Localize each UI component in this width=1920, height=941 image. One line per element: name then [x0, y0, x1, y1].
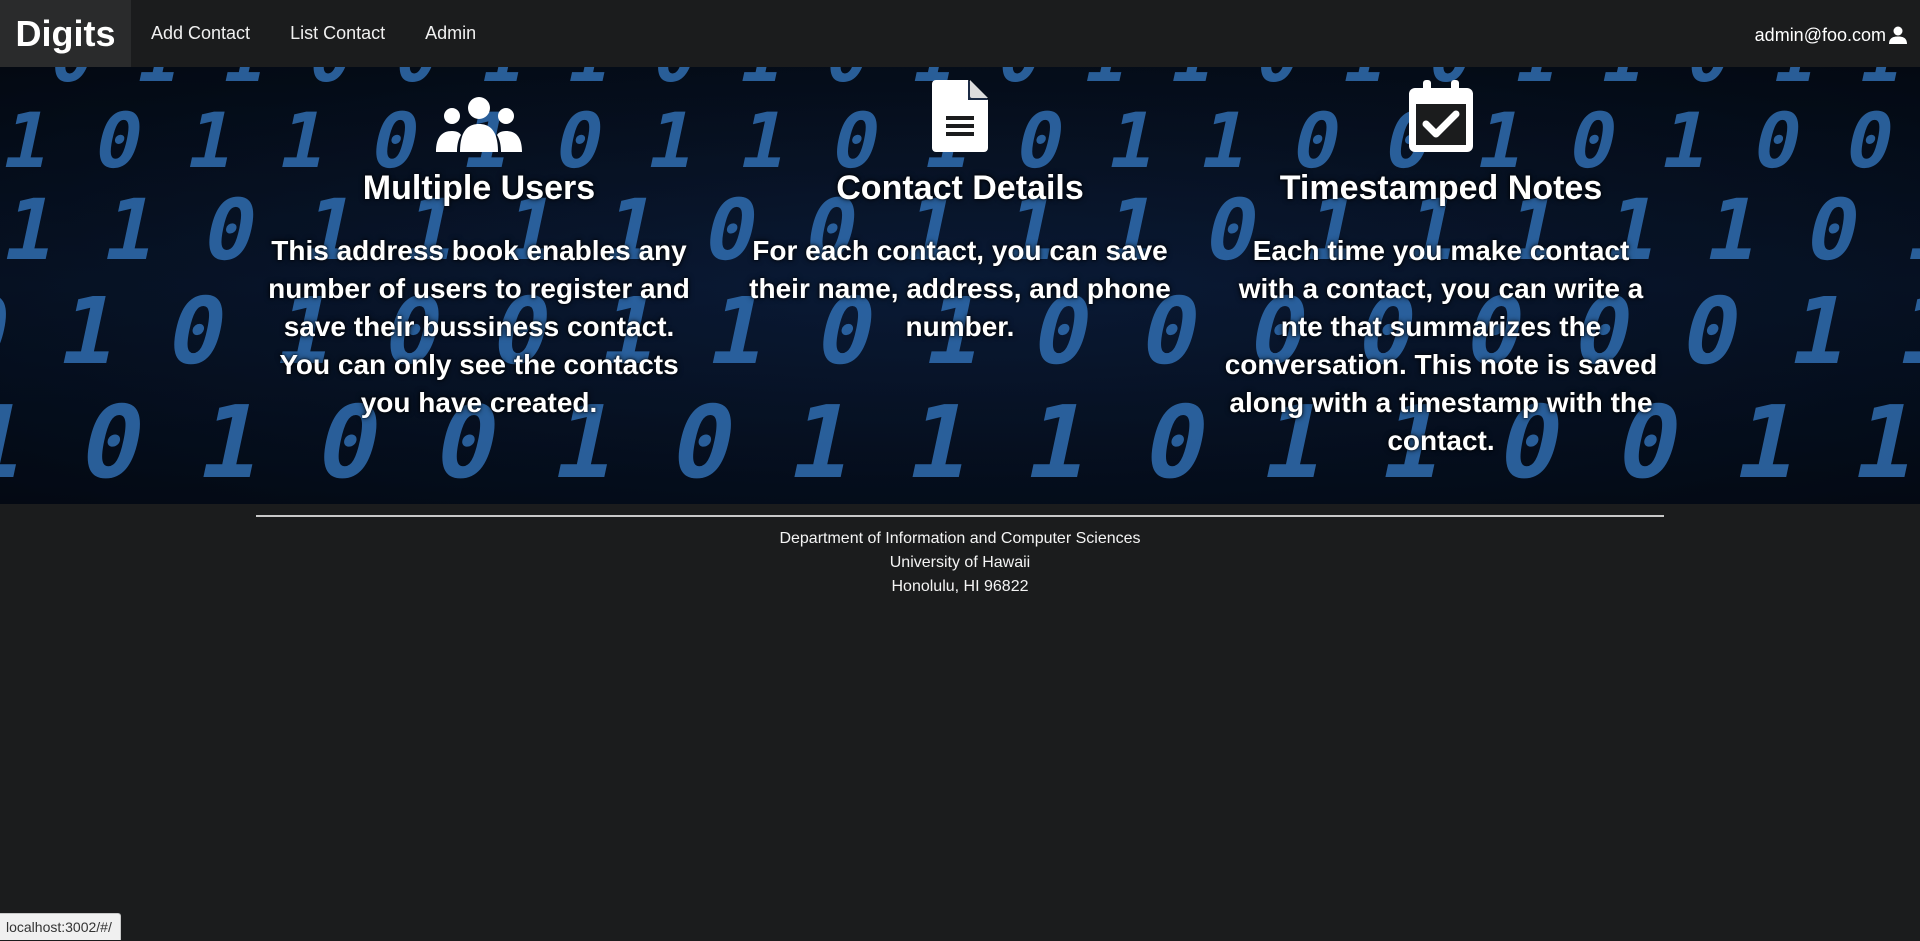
feature-title: Timestamped Notes	[1279, 169, 1603, 207]
feature-timestamped-notes: Timestamped Notes Each time you make con…	[1221, 67, 1661, 460]
file-text-icon	[740, 67, 1180, 152]
footer-address: Honolulu, HI 96822	[891, 578, 1029, 595]
nav-list-contact[interactable]: List Contact	[270, 0, 405, 67]
browser-status-bar: localhost:3002/#/	[0, 913, 121, 940]
nav-admin[interactable]: Admin	[405, 0, 496, 67]
feature-title: Contact Details	[836, 169, 1084, 207]
footer-university: University of Hawaii	[889, 554, 1031, 571]
user-email: admin@foo.com	[1754, 24, 1886, 45]
feature-description: This address book enables any number of …	[268, 235, 690, 418]
footer-department: Department of Information and Computer S…	[779, 530, 1141, 547]
nav-add-contact[interactable]: Add Contact	[131, 0, 270, 67]
feature-multiple-users: Multiple Users This address book enables…	[259, 67, 699, 422]
brand-link[interactable]: Digits	[0, 0, 131, 69]
hero-banner: 0110011010101101011011100101101011010110…	[0, 67, 1920, 504]
feature-title: Multiple Users	[362, 169, 596, 207]
feature-description: For each contact, you can save their nam…	[749, 235, 1171, 342]
users-icon	[259, 67, 699, 152]
footer: Department of Information and Computer S…	[256, 515, 1664, 599]
feature-description: Each time you make contact with a contac…	[1224, 235, 1658, 456]
user-menu[interactable]: admin@foo.com	[1755, 0, 1908, 70]
features-section: Multiple Users This address book enables…	[0, 67, 1920, 504]
top-navbar: Digits Add Contact List Contact Admin ad…	[0, 0, 1920, 70]
feature-contact-details: Contact Details For each contact, you ca…	[740, 67, 1180, 346]
user-icon	[1888, 25, 1908, 45]
calendar-check-icon	[1221, 67, 1661, 152]
